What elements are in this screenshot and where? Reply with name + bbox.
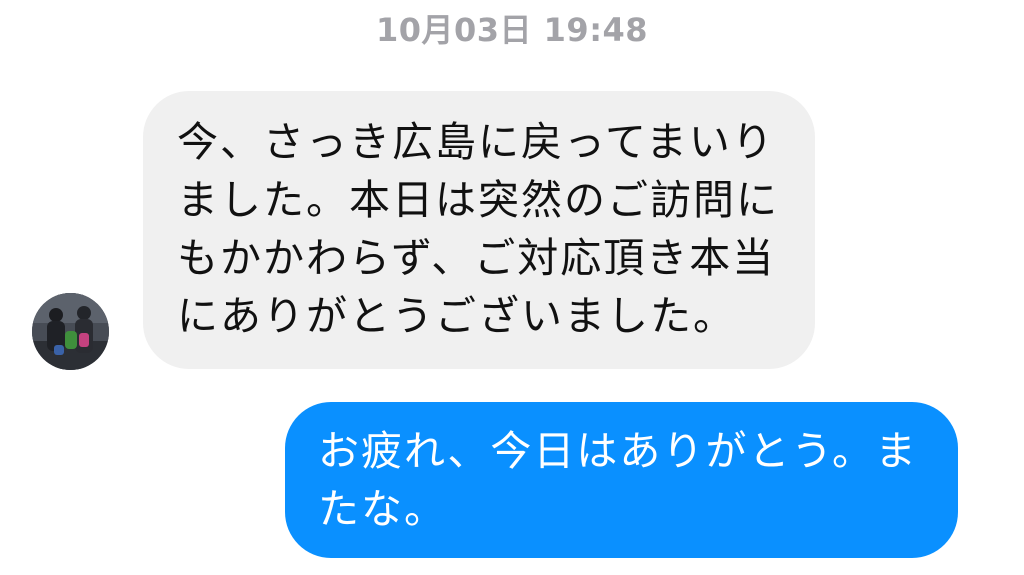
outgoing-message-bubble[interactable]: お疲れ、今日はありがとう。またな。 (285, 402, 958, 558)
incoming-message-bubble[interactable]: 今、さっき広島に戻ってまいりました。本日は突然のご訪問にもかかわらず、ご対応頂き… (143, 91, 815, 369)
message-timestamp: 10月03日 19:48 (375, 11, 649, 49)
profile-photo-icon (32, 293, 109, 370)
contact-avatar[interactable] (32, 293, 109, 370)
